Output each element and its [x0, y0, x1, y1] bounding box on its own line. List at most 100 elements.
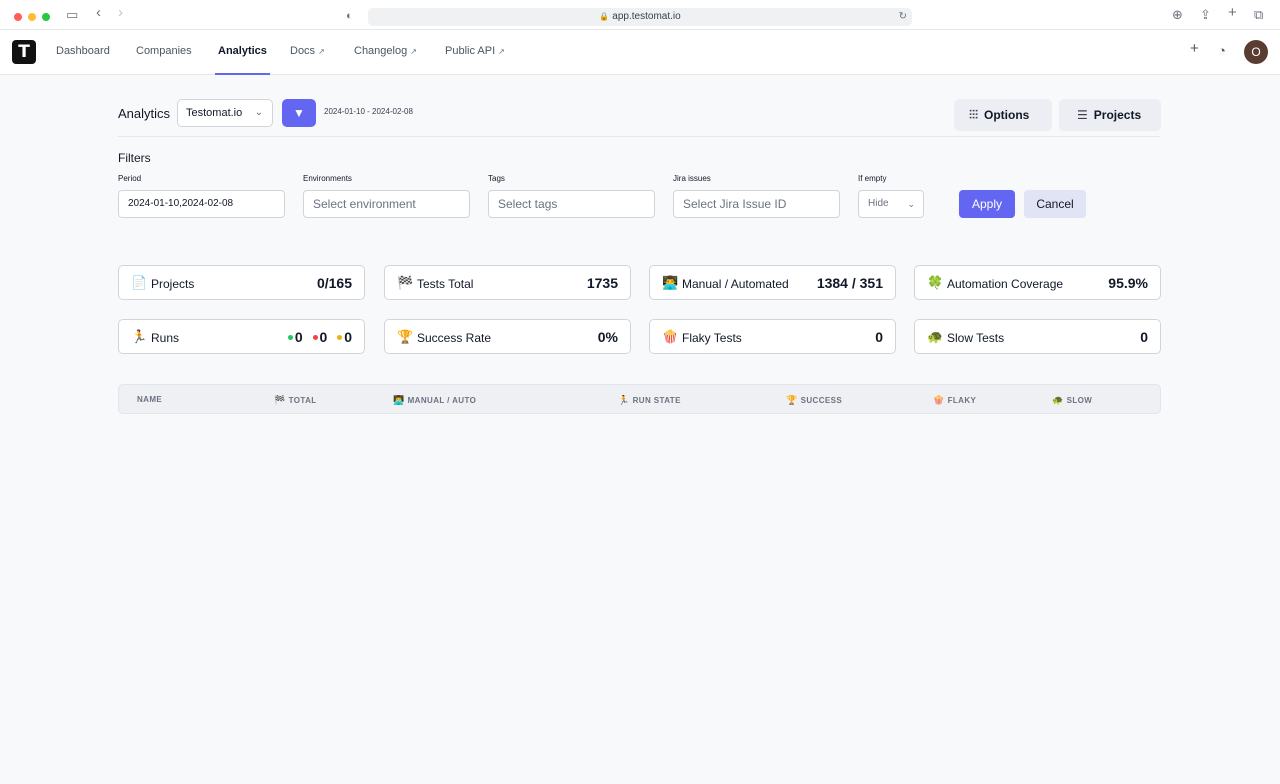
nav-analytics[interactable]: Analytics [215, 30, 270, 75]
nav-docs-label: Docs [290, 45, 316, 57]
runner-icon: 🏃 [618, 395, 630, 405]
checklist-icon: ☰ [1077, 108, 1088, 122]
if-empty-select[interactable]: Hide ⌄ [858, 190, 924, 218]
external-link-icon: ↗ [318, 47, 325, 56]
filters-title: Filters [118, 151, 151, 165]
address-bar[interactable]: 🔒 app.testomat.io ↻ [368, 8, 912, 26]
runs-failed-count: 0 [319, 329, 328, 345]
stat-card-slow-tests: 🐢 Slow Tests 0 [914, 319, 1161, 354]
trophy-icon: 🏆 [397, 329, 414, 344]
tab-overview-icon[interactable]: ⧉ [1254, 8, 1263, 22]
environments-label: Environments [303, 174, 352, 183]
close-window-button[interactable] [14, 13, 22, 21]
apply-button[interactable]: Apply [959, 190, 1015, 218]
column-label: SLOW [1066, 396, 1093, 405]
clover-icon: 🍀 [927, 275, 944, 290]
environment-select[interactable]: Select environment [303, 190, 470, 218]
filter-toggle-button[interactable]: ▼ [282, 99, 316, 127]
period-input[interactable]: 2024-01-10,2024-02-08 [118, 190, 285, 218]
stat-label: Projects [151, 277, 195, 291]
period-label: Period [118, 174, 142, 183]
date-range-label: 2024-01-10 - 2024-02-08 [324, 107, 413, 116]
nav-public-api[interactable]: Public API ↗ [445, 30, 505, 75]
stat-value: 0 [875, 329, 883, 345]
column-success[interactable]: 🏆 SUCCESS [786, 395, 842, 406]
privacy-shield-icon[interactable]: ◐ [346, 9, 353, 23]
projects-label: Projects [1093, 108, 1142, 122]
analytics-table-header: NAME 🏁 TOTAL 👨‍💻 MANUAL / AUTO 🏃 RUN STATE … [118, 384, 1161, 414]
stat-label: Manual / Automated [682, 277, 789, 291]
passed-status-dot [287, 334, 293, 340]
column-flaky[interactable]: 🍿 FLAKY [933, 395, 976, 406]
reload-icon[interactable]: ↻ [899, 8, 907, 26]
technologist-icon: 👨‍💻 [662, 275, 679, 290]
runs-values: 0 0 0 [282, 329, 352, 345]
runs-pending-count: 0 [344, 329, 352, 345]
project-select[interactable]: Testomat.io ⌄ [177, 99, 273, 127]
jira-issue-input[interactable]: Select Jira Issue ID [673, 190, 840, 218]
trophy-icon: 🏆 [786, 395, 798, 405]
column-label: FLAKY [947, 396, 977, 405]
column-label: SUCCESS [800, 396, 843, 405]
stat-value: 0% [597, 329, 618, 345]
chevron-down-icon: ⌄ [907, 199, 915, 209]
maximize-window-button[interactable] [42, 13, 50, 21]
url-text: app.testomat.io [612, 11, 681, 22]
column-label: NAME [137, 395, 163, 404]
add-icon[interactable]: + [1190, 41, 1199, 56]
stat-value: 0/165 [316, 275, 352, 291]
popcorn-icon: 🍿 [933, 395, 945, 405]
nav-docs[interactable]: Docs ↗ [290, 30, 325, 75]
stat-value: 1735 [586, 275, 618, 291]
options-label: Options [984, 108, 1030, 122]
column-manual-auto[interactable]: 👨‍💻 MANUAL / AUTO [393, 395, 476, 406]
forward-icon[interactable]: › [118, 5, 123, 20]
options-button[interactable]: ⫶⫶⫶ Options [954, 99, 1052, 131]
technologist-icon: 👨‍💻 [393, 395, 405, 405]
new-tab-icon[interactable]: + [1228, 5, 1237, 20]
cancel-button[interactable]: Cancel [1024, 190, 1086, 218]
stat-value: 0 [1140, 329, 1148, 345]
column-run-state[interactable]: 🏃 RUN STATE [618, 395, 681, 406]
checkered-flag-icon: 🏁 [397, 275, 414, 290]
nav-changelog[interactable]: Changelog ↗ [354, 30, 417, 75]
stat-label: Automation Coverage [947, 277, 1064, 291]
nav-dashboard[interactable]: Dashboard [56, 30, 110, 75]
chevron-down-icon: ⌄ [254, 107, 263, 118]
column-total[interactable]: 🏁 TOTAL [274, 395, 317, 406]
minimize-window-button[interactable] [28, 13, 36, 21]
stat-value: 1384 / 351 [816, 275, 883, 291]
column-name[interactable]: NAME [137, 395, 162, 404]
checkered-flag-icon: 🏁 [274, 395, 286, 405]
project-select-value: Testomat.io [186, 107, 243, 119]
lock-icon: 🔒 [599, 12, 610, 21]
back-icon[interactable]: ‹ [96, 5, 101, 20]
stat-card-flaky-tests: 🍿 Flaky Tests 0 [649, 319, 896, 354]
page-title: Analytics [118, 106, 171, 121]
stat-card-automation-coverage: 🍀 Automation Coverage 95.9% [914, 265, 1161, 300]
tags-select[interactable]: Select tags [488, 190, 655, 218]
if-empty-value: Hide [868, 198, 889, 209]
projects-button[interactable]: ☰ Projects [1059, 99, 1161, 131]
testomat-logo[interactable]: T [12, 40, 36, 64]
user-avatar[interactable]: O [1244, 40, 1268, 64]
nav-companies[interactable]: Companies [136, 30, 192, 75]
pending-status-dot [337, 334, 343, 340]
turtle-icon: 🐢 [1052, 395, 1064, 405]
stat-label: Runs [151, 331, 180, 345]
column-slow[interactable]: 🐢 SLOW [1052, 395, 1092, 406]
popcorn-icon: 🍿 [662, 329, 679, 344]
document-icon: 📄 [131, 275, 148, 290]
tags-label: Tags [488, 174, 505, 183]
download-icon[interactable]: ⊕ [1172, 8, 1183, 22]
sliders-icon: ⫶⫶⫶ [969, 108, 979, 122]
share-icon[interactable]: ⇪ [1200, 8, 1211, 22]
browser-toolbar: ▭ ‹ › ◐ 🔒 app.testomat.io ↻ ⊕ ⇪ + ⧉ [0, 0, 1280, 30]
column-label: RUN STATE [632, 396, 681, 405]
runner-icon: 🏃 [131, 329, 148, 344]
notifications-icon[interactable]: ◔ [1218, 44, 1226, 58]
filter-icon: ▼ [293, 106, 305, 120]
nav-public-api-label: Public API [445, 45, 496, 57]
sidebar-toggle-icon[interactable]: ▭ [66, 8, 78, 22]
stat-card-runs: 🏃 Runs 0 0 0 [118, 319, 365, 354]
